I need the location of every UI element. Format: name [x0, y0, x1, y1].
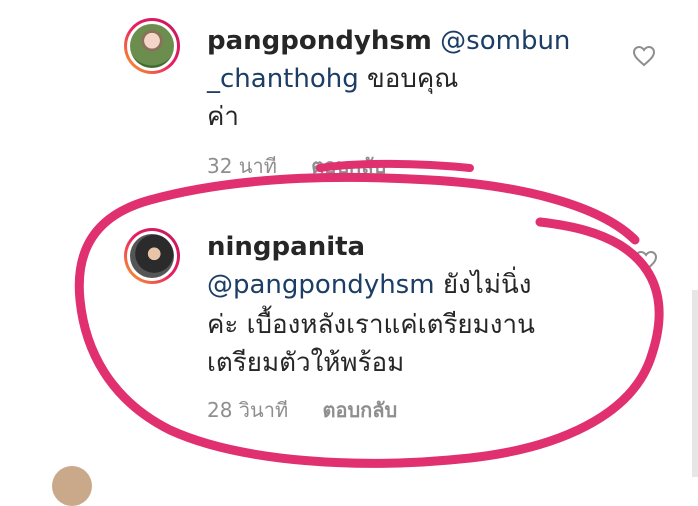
avatar[interactable]	[52, 466, 92, 506]
reply-button[interactable]: ตอบกลับ	[311, 154, 386, 178]
comment-text-line2: _chanthohg ขอบคุณ	[207, 58, 458, 100]
reply-button[interactable]: ตอบกลับ	[322, 398, 397, 422]
comment-time: 28 วินาที	[207, 398, 289, 422]
comment-text-line3: ค่า	[207, 102, 239, 132]
heart-icon[interactable]	[634, 250, 658, 272]
avatar[interactable]	[124, 18, 180, 74]
comment-text: ningpanita	[207, 226, 365, 268]
comment-text-line2: ค่ะ เบื้องหลังเราแค่เตรียมงาน	[207, 310, 535, 340]
comment-text-line3: เตรียมตัวให้พร้อม	[207, 348, 405, 378]
comment-text: pangpondyhsm @sombun	[207, 20, 570, 62]
comment-body: ขอบคุณ	[358, 64, 459, 94]
scrollbar[interactable]	[692, 290, 698, 477]
comment-time: 32 นาที	[207, 154, 277, 178]
comment-item: ningpanita @pangpondyhsm ยังไม่นิ่ง ค่ะ …	[0, 210, 698, 440]
comment-meta: 32 นาที ตอบกลับ	[207, 150, 386, 182]
comment-mention-cont[interactable]: _chanthohg	[207, 64, 359, 94]
comment-username[interactable]: pangpondyhsm	[207, 26, 432, 56]
comment-username[interactable]: ningpanita	[207, 232, 365, 262]
comment-item: pangpondyhsm @sombun _chanthohg ขอบคุณ ค…	[0, 0, 698, 190]
avatar[interactable]	[124, 228, 180, 284]
comment-mention[interactable]: @pangpondyhsm	[207, 270, 435, 300]
comment-text-line1: @pangpondyhsm ยังไม่นิ่ง	[207, 264, 531, 306]
heart-icon[interactable]	[632, 45, 656, 67]
comment-body: ยังไม่นิ่ง	[434, 270, 532, 300]
comment-meta: 28 วินาที ตอบกลับ	[207, 394, 397, 426]
comment-mention[interactable]: @sombun	[440, 26, 570, 56]
